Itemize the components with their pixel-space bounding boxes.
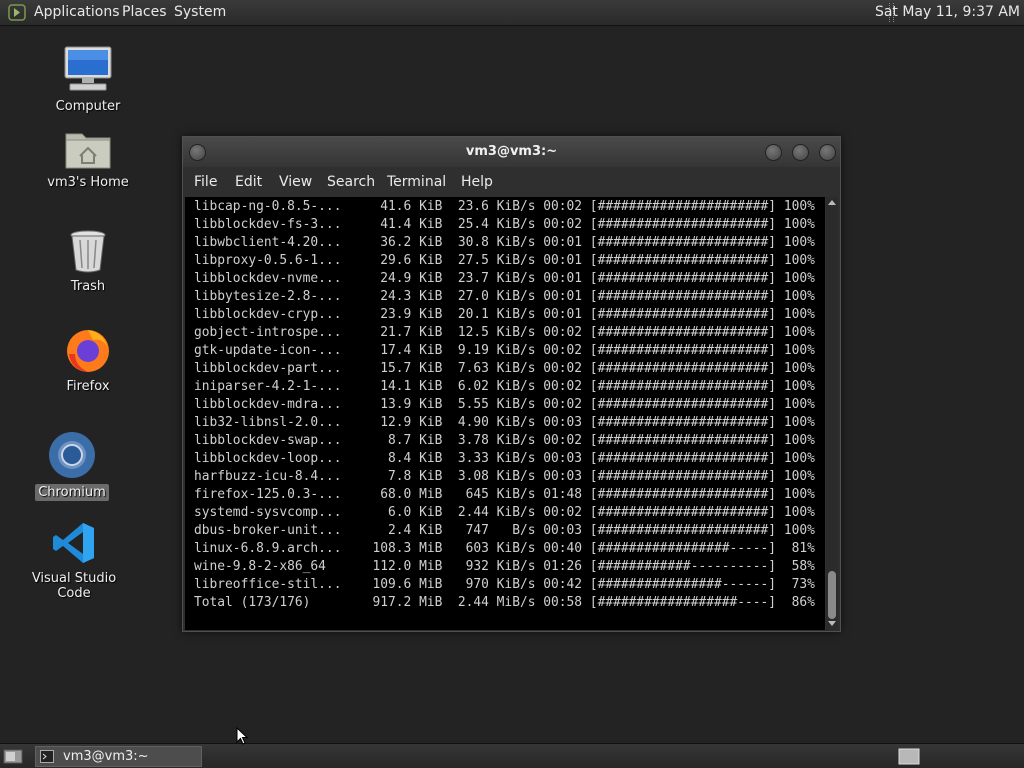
terminal-line: gtk-update-icon-... 17.4 KiB 9.19 KiB/s … — [194, 343, 815, 358]
terminal-output[interactable]: libcap-ng-0.8.5-... 41.6 KiB 23.6 KiB/s … — [185, 197, 825, 630]
terminal-line: linux-6.8.9.arch... 108.3 MiB 603 KiB/s … — [194, 541, 815, 556]
desktop-icon-label: Computer — [55, 99, 121, 114]
terminal-line: libcap-ng-0.8.5-... 41.6 KiB 23.6 KiB/s … — [194, 199, 815, 214]
terminal-line: lib32-libnsl-2.0... 12.9 KiB 4.90 KiB/s … — [194, 415, 815, 430]
applications-menu[interactable]: Applications — [34, 4, 120, 20]
terminal-line: libblockdev-mdra... 13.9 KiB 5.55 KiB/s … — [194, 397, 815, 412]
menu-view[interactable]: View — [279, 174, 312, 190]
desktop-icon-label: vm3's Home — [47, 175, 129, 190]
window-title: vm3@vm3:~ — [465, 144, 558, 159]
desktop-icon-label: Visual Studio Code — [31, 571, 117, 601]
taskbar-window-button[interactable]: vm3@vm3:~ — [35, 746, 202, 767]
terminal-line: libblockdev-nvme... 24.9 KiB 23.7 KiB/s … — [194, 271, 815, 286]
terminal-scrollbar[interactable] — [826, 197, 838, 630]
terminal-line: Total (173/176) 917.2 MiB 2.44 MiB/s 00:… — [194, 595, 815, 610]
terminal-line: firefox-125.0.3-... 68.0 MiB 645 KiB/s 0… — [194, 487, 815, 502]
terminal-menubar: File Edit View Search Terminal Help — [183, 168, 840, 196]
taskbar-window-title: vm3@vm3:~ — [63, 749, 149, 764]
desktop-icon-trash[interactable]: Trash — [40, 228, 136, 295]
menu-search[interactable]: Search — [327, 174, 375, 190]
clock[interactable]: Sat May 11, 9:37 AM — [875, 4, 1020, 20]
terminal-line: libblockdev-fs-3... 41.4 KiB 25.4 KiB/s … — [194, 217, 815, 232]
terminal-window[interactable]: vm3@vm3:~ File Edit View Search Terminal… — [182, 136, 841, 632]
terminal-line: libblockdev-loop... 8.4 KiB 3.33 KiB/s 0… — [194, 451, 815, 466]
menu-file[interactable]: File — [194, 174, 217, 190]
close-button[interactable] — [819, 144, 836, 161]
scrollbar-thumb[interactable] — [828, 571, 836, 619]
terminal-line: harfbuzz-icu-8.4... 7.8 KiB 3.08 KiB/s 0… — [194, 469, 815, 484]
terminal-line: libwbclient-4.20... 36.2 KiB 30.8 KiB/s … — [194, 235, 815, 250]
mouse-cursor-icon — [236, 727, 248, 745]
show-desktop-icon[interactable] — [3, 748, 23, 765]
bottom-panel: vm3@vm3:~ — [0, 743, 1024, 768]
terminal-line: libproxy-0.5.6-1... 29.6 KiB 27.5 KiB/s … — [194, 253, 815, 268]
menu-logo-icon[interactable] — [8, 4, 26, 21]
menu-terminal[interactable]: Terminal — [387, 174, 446, 190]
window-titlebar[interactable]: vm3@vm3:~ — [183, 137, 840, 167]
scroll-up-arrow-icon[interactable] — [828, 200, 836, 205]
menu-help[interactable]: Help — [461, 174, 493, 190]
workspace-switcher-icon[interactable] — [898, 748, 920, 765]
desktop-icon-vscode[interactable]: Visual Studio Code — [14, 520, 134, 602]
menu-edit[interactable]: Edit — [235, 174, 262, 190]
system-menu[interactable]: System — [174, 4, 226, 20]
chromium-icon — [49, 432, 95, 478]
desktop-icon-computer[interactable]: Computer — [40, 44, 136, 115]
terminal-line: libbytesize-2.8-... 24.3 KiB 27.0 KiB/s … — [194, 289, 815, 304]
terminal-line: gobject-introspe... 21.7 KiB 12.5 KiB/s … — [194, 325, 815, 340]
home-folder-icon — [65, 133, 111, 169]
vscode-icon — [53, 523, 94, 563]
terminal-line: dbus-broker-unit... 2.4 KiB 747 B/s 00:0… — [194, 523, 815, 538]
terminal-line: wine-9.8-2-x86_64 112.0 MiB 932 KiB/s 01… — [194, 559, 815, 574]
window-menu-button[interactable] — [189, 144, 206, 161]
trash-icon — [70, 230, 106, 273]
places-menu[interactable]: Places — [122, 4, 167, 20]
top-panel: Applications Places System Sat May 11, 9… — [0, 0, 1024, 26]
terminal-line: libblockdev-cryp... 23.9 KiB 20.1 KiB/s … — [194, 307, 815, 322]
terminal-line: systemd-sysvcomp... 6.0 KiB 2.44 KiB/s 0… — [194, 505, 815, 520]
scroll-down-arrow-icon[interactable] — [828, 621, 836, 626]
terminal-line: libblockdev-swap... 8.7 KiB 3.78 KiB/s 0… — [194, 433, 815, 448]
terminal-app-icon — [40, 750, 54, 763]
desktop-icon-firefox[interactable]: Firefox — [40, 326, 136, 395]
desktop-icon-home[interactable]: vm3's Home — [40, 128, 136, 191]
desktop-icon-label: Firefox — [66, 379, 110, 394]
computer-icon — [64, 46, 112, 91]
desktop-icon-chromium[interactable]: Chromium — [24, 430, 120, 501]
maximize-button[interactable] — [792, 144, 809, 161]
desktop-icon-label: Trash — [70, 279, 106, 294]
desktop-icon-label: Chromium — [35, 484, 109, 501]
minimize-button[interactable] — [765, 144, 782, 161]
firefox-icon — [67, 330, 109, 372]
terminal-line: iniparser-4.2-1-... 14.1 KiB 6.02 KiB/s … — [194, 379, 815, 394]
terminal-line: libreoffice-stil... 109.6 MiB 970 KiB/s … — [194, 577, 815, 592]
terminal-line: libblockdev-part... 15.7 KiB 7.63 KiB/s … — [194, 361, 815, 376]
